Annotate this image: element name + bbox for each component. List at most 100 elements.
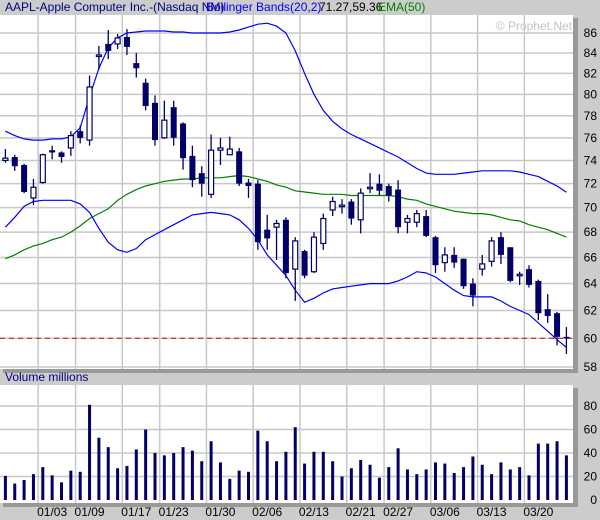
candle xyxy=(21,163,28,194)
candle-body-down xyxy=(460,258,467,287)
volume-bar xyxy=(405,469,409,500)
volume-bar xyxy=(518,467,522,500)
candle-body-down xyxy=(451,254,458,263)
candle-body-down xyxy=(245,182,252,187)
volume-bar xyxy=(434,462,437,500)
date-axis-label: 02/06 xyxy=(252,505,282,519)
volume-bar xyxy=(275,461,279,500)
volume-bar xyxy=(303,463,307,500)
volume-panel-title: Volume millions xyxy=(5,370,89,384)
candle-body-up xyxy=(488,240,495,262)
volume-bar xyxy=(247,471,250,500)
volume-bar xyxy=(144,429,148,500)
candle xyxy=(301,249,308,279)
volume-bar xyxy=(181,447,185,500)
candle-body-down xyxy=(11,157,18,167)
candle-body-down xyxy=(526,269,532,285)
date-axis-label: 01/17 xyxy=(121,505,151,519)
volume-bar xyxy=(78,471,82,500)
volume-bar xyxy=(106,447,110,500)
candle-body-up xyxy=(226,148,233,156)
candle xyxy=(39,153,46,184)
date-axis-label: 03/20 xyxy=(523,505,553,519)
volume-bar xyxy=(134,449,138,500)
volume-bar xyxy=(97,437,101,500)
volume-bar xyxy=(527,475,531,500)
candle-body-up xyxy=(30,186,37,199)
candle-body-up xyxy=(329,200,336,211)
volume-bar xyxy=(443,463,447,500)
candle-body-down xyxy=(123,36,130,47)
volume-bar xyxy=(3,475,7,500)
date-axis-label: 01/03 xyxy=(37,505,67,519)
watermark: © Prophet.Net xyxy=(496,19,573,33)
volume-bar xyxy=(228,478,232,500)
candle-body-up xyxy=(413,213,420,223)
volume-bar xyxy=(508,469,512,500)
volume-bar xyxy=(359,460,363,500)
stock-chart: 868482807876747270686664626058 01/03 01/0… xyxy=(0,15,598,519)
volume-panel: 01/03 01/09 01/17 01/23 01/30 02/06 02/13 02/21… xyxy=(0,385,597,519)
volume-bar xyxy=(162,455,166,500)
candle-body-down xyxy=(198,173,205,184)
candle-body-down xyxy=(507,247,514,281)
volume-bar xyxy=(499,462,503,500)
volume-bar xyxy=(190,450,194,500)
date-axis-label: 02/13 xyxy=(299,505,329,519)
volume-bar xyxy=(536,443,540,500)
candle-body-up xyxy=(320,217,327,245)
candle-body-down xyxy=(105,43,112,51)
volume-bar xyxy=(462,467,466,500)
volume-bar xyxy=(555,441,559,500)
volume-bar xyxy=(50,475,54,500)
price-axis-label: 66 xyxy=(584,250,598,264)
price-axis-label: 76 xyxy=(584,131,598,145)
candle-body-down xyxy=(563,336,570,339)
candle-body-up xyxy=(357,192,364,221)
price-axis-label: 72 xyxy=(584,177,598,191)
price-axis-label: 80 xyxy=(584,87,598,101)
volume-bar xyxy=(200,461,204,500)
volume-bar xyxy=(31,474,35,500)
volume-bar xyxy=(471,456,475,500)
candle-body-down xyxy=(170,107,177,138)
price-axis-label: 58 xyxy=(584,360,598,374)
candle-body-up xyxy=(310,236,318,273)
candle xyxy=(507,247,514,283)
candle-body-down xyxy=(254,183,261,243)
candle-body-up xyxy=(208,149,215,195)
price-axis-label: 68 xyxy=(584,225,598,239)
candle-body-up xyxy=(86,86,93,141)
candle-body-up xyxy=(479,263,486,270)
date-axis-label: 02/21 xyxy=(346,505,376,519)
candle xyxy=(282,217,289,279)
volume-axis-label: 80 xyxy=(584,399,598,413)
volume-bar xyxy=(452,472,456,500)
candle-body-up xyxy=(2,157,9,162)
volume-bar xyxy=(153,453,157,500)
candle-body-down xyxy=(348,201,355,219)
candle-body-up xyxy=(95,54,103,58)
volume-axis-label: 0 xyxy=(590,493,597,507)
candle-body-down xyxy=(469,283,476,296)
volume-bar xyxy=(218,462,222,500)
candle-body-down xyxy=(554,313,561,337)
candle-body-down xyxy=(264,229,271,239)
candle xyxy=(236,147,243,187)
volume-bar xyxy=(387,467,391,500)
date-axis-label: 02/27 xyxy=(383,505,413,519)
volume-axis-label: 60 xyxy=(584,423,598,437)
volume-bar xyxy=(331,461,335,500)
candle-body-down xyxy=(385,186,392,196)
candle-body-up xyxy=(404,217,411,223)
volume-bar xyxy=(237,470,241,500)
candle-body-up xyxy=(67,134,74,149)
volume-bar xyxy=(22,480,26,500)
volume-bar xyxy=(60,482,63,500)
candle-body-up xyxy=(114,37,121,45)
volume-bar xyxy=(340,476,344,500)
candle-body-down xyxy=(77,131,84,138)
candle-body-up xyxy=(39,154,46,184)
price-axis-label: 78 xyxy=(584,109,598,123)
candle-body-up xyxy=(273,222,280,228)
